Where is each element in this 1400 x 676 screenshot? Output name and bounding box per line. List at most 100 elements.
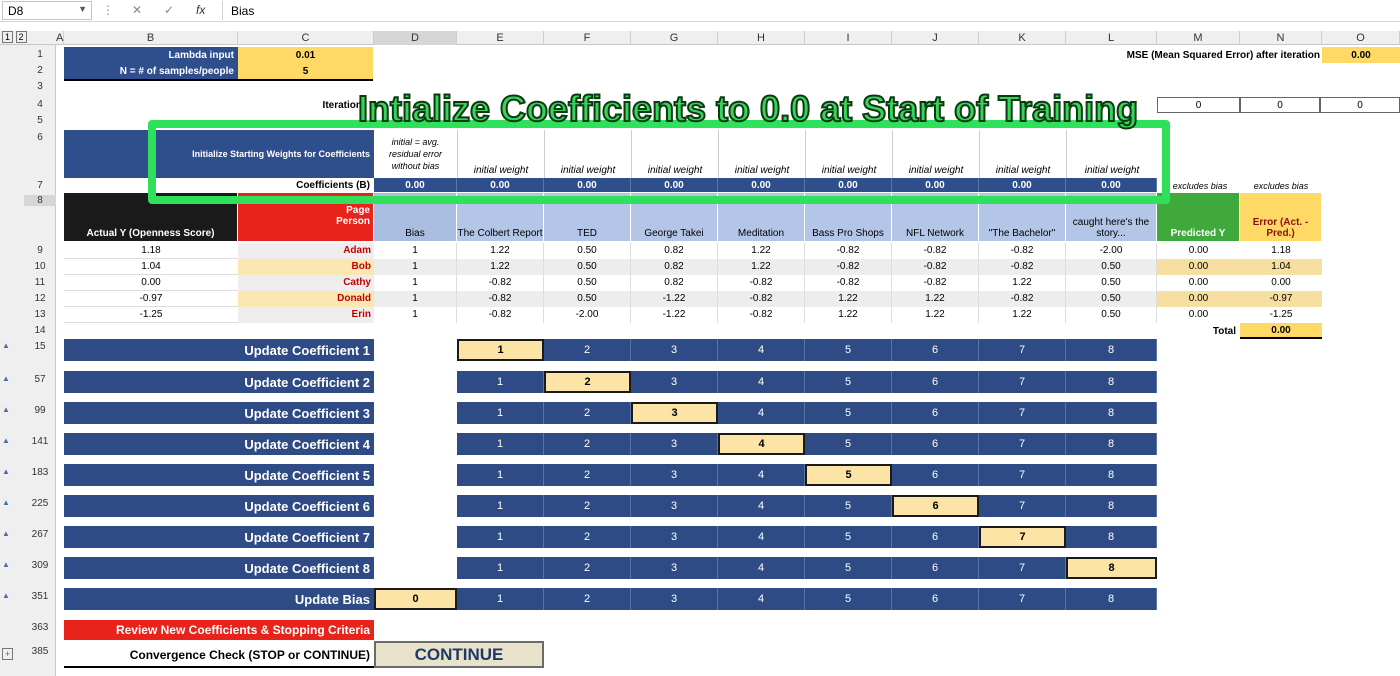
update-step-cell[interactable]: 2 [544, 464, 631, 486]
iteration-cell[interactable]: 0 [1240, 97, 1320, 113]
predicted-value[interactable]: 0.00 [1157, 243, 1240, 259]
actual-y-value[interactable]: 1.18 [64, 243, 238, 259]
update-step-cell[interactable]: 7 [979, 464, 1066, 486]
row-header[interactable]: 3 [24, 81, 56, 92]
update-coefficient-6-button[interactable]: Update Coefficient 6 [64, 495, 374, 517]
row-header[interactable]: 351 [24, 591, 56, 602]
row-header[interactable]: 7 [24, 180, 56, 191]
feature-value[interactable]: 0.50 [1066, 259, 1157, 275]
update-step-cell[interactable]: 3 [631, 371, 718, 393]
update-bias-value[interactable]: 0 [374, 588, 457, 610]
update-step-cell[interactable]: 5 [805, 526, 892, 548]
row-header[interactable]: 10 [24, 261, 56, 272]
update-coefficient-3-button[interactable]: Update Coefficient 3 [64, 402, 374, 424]
feature-value[interactable]: -0.82 [979, 243, 1066, 259]
collapse-group-icon[interactable]: ▲ [2, 560, 10, 569]
row-header[interactable]: 5 [24, 115, 56, 126]
update-step-cell[interactable]: 6 [892, 464, 979, 486]
feature-value[interactable]: -0.82 [892, 259, 979, 275]
update-step-cell[interactable]: 7 [979, 339, 1066, 361]
feature-value[interactable]: 1.22 [892, 307, 979, 323]
update-step-cell[interactable]: 8 [1066, 495, 1157, 517]
collapse-group-icon[interactable]: ▲ [2, 405, 10, 414]
feature-value[interactable]: 1.22 [805, 291, 892, 307]
row-header[interactable]: 57 [24, 374, 56, 385]
update-step-cell[interactable]: 3 [631, 464, 718, 486]
column-header[interactable]: G [631, 31, 718, 45]
feature-value[interactable]: -0.82 [805, 275, 892, 291]
formula-input[interactable]: Bias [222, 1, 1398, 20]
column-header[interactable]: D [374, 31, 457, 45]
update-step-cell[interactable]: 5 [805, 495, 892, 517]
error-value[interactable]: 0.00 [1240, 275, 1322, 291]
convergence-value[interactable]: CONTINUE [374, 641, 544, 668]
update-step-cell[interactable]: 1 [457, 433, 544, 455]
update-step-cell[interactable]: 1 [457, 464, 544, 486]
feature-value[interactable]: 1 [374, 259, 457, 275]
feature-value[interactable]: 1.22 [457, 243, 544, 259]
update-bias-step-cell[interactable]: 3 [631, 588, 718, 610]
feature-value[interactable]: 1.22 [892, 291, 979, 307]
update-step-cell[interactable]: 8 [1066, 526, 1157, 548]
update-step-cell[interactable]: 3 [631, 339, 718, 361]
feature-value[interactable]: 1 [374, 291, 457, 307]
row-header[interactable]: 385 [24, 646, 56, 657]
update-step-cell[interactable]: 3 [631, 495, 718, 517]
update-step-cell[interactable]: 8 [1066, 557, 1157, 579]
update-step-cell[interactable]: 4 [718, 402, 805, 424]
feature-value[interactable]: 1.22 [457, 259, 544, 275]
update-step-cell[interactable]: 7 [979, 433, 1066, 455]
person-name[interactable]: Bob [238, 259, 374, 275]
feature-value[interactable]: 1.22 [718, 259, 805, 275]
row-header[interactable]: 4 [24, 99, 56, 110]
collapse-group-icon[interactable]: ▲ [2, 498, 10, 507]
feature-value[interactable]: 0.82 [631, 259, 718, 275]
column-header[interactable]: H [718, 31, 805, 45]
feature-value[interactable]: 0.50 [1066, 291, 1157, 307]
iteration-cell[interactable]: 0 [1320, 97, 1400, 113]
update-coefficient-7-button[interactable]: Update Coefficient 7 [64, 526, 374, 548]
row-header[interactable]: 9 [24, 245, 56, 256]
column-header[interactable]: F [544, 31, 631, 45]
feature-value[interactable]: 0.82 [631, 243, 718, 259]
update-step-cell[interactable]: 8 [1066, 402, 1157, 424]
update-step-cell[interactable]: 4 [718, 495, 805, 517]
actual-y-value[interactable]: 1.04 [64, 259, 238, 275]
column-header[interactable]: J [892, 31, 979, 45]
predicted-value[interactable]: 0.00 [1157, 307, 1240, 323]
update-step-cell[interactable]: 1 [457, 402, 544, 424]
row-header[interactable]: 8 [24, 195, 56, 206]
update-step-cell[interactable]: 1 [457, 526, 544, 548]
feature-value[interactable]: -0.82 [805, 259, 892, 275]
feature-value[interactable]: 1.22 [805, 307, 892, 323]
update-step-cell[interactable]: 4 [718, 464, 805, 486]
update-step-cell[interactable]: 3 [631, 402, 718, 424]
column-header[interactable]: E [457, 31, 544, 45]
feature-value[interactable]: -0.82 [718, 291, 805, 307]
actual-y-value[interactable]: -1.25 [64, 307, 238, 323]
row-header[interactable]: 6 [24, 132, 56, 143]
feature-value[interactable]: -0.82 [457, 307, 544, 323]
update-step-cell[interactable]: 4 [718, 339, 805, 361]
update-step-cell[interactable]: 5 [805, 402, 892, 424]
row-header[interactable]: 2 [24, 65, 56, 76]
update-step-cell[interactable]: 4 [718, 526, 805, 548]
outline-level-buttons[interactable]: 1 2 [2, 31, 27, 43]
collapse-group-icon[interactable]: ▲ [2, 341, 10, 350]
error-value[interactable]: -1.25 [1240, 307, 1322, 323]
actual-y-value[interactable]: -0.97 [64, 291, 238, 307]
feature-value[interactable]: -0.82 [805, 243, 892, 259]
column-header[interactable]: I [805, 31, 892, 45]
update-step-cell[interactable]: 4 [718, 557, 805, 579]
row-header[interactable]: 267 [24, 529, 56, 540]
column-header[interactable]: L [1066, 31, 1157, 45]
update-step-cell[interactable]: 2 [544, 339, 631, 361]
update-bias-step-cell[interactable]: 2 [544, 588, 631, 610]
update-step-cell[interactable]: 6 [892, 371, 979, 393]
update-coefficient-8-button[interactable]: Update Coefficient 8 [64, 557, 374, 579]
update-bias-button[interactable]: Update Bias [64, 588, 374, 610]
update-coefficient-5-button[interactable]: Update Coefficient 5 [64, 464, 374, 486]
feature-value[interactable]: 0.50 [544, 259, 631, 275]
update-coefficient-1-button[interactable]: Update Coefficient 1 [64, 339, 374, 361]
chevron-down-icon[interactable]: ▼ [78, 4, 87, 14]
